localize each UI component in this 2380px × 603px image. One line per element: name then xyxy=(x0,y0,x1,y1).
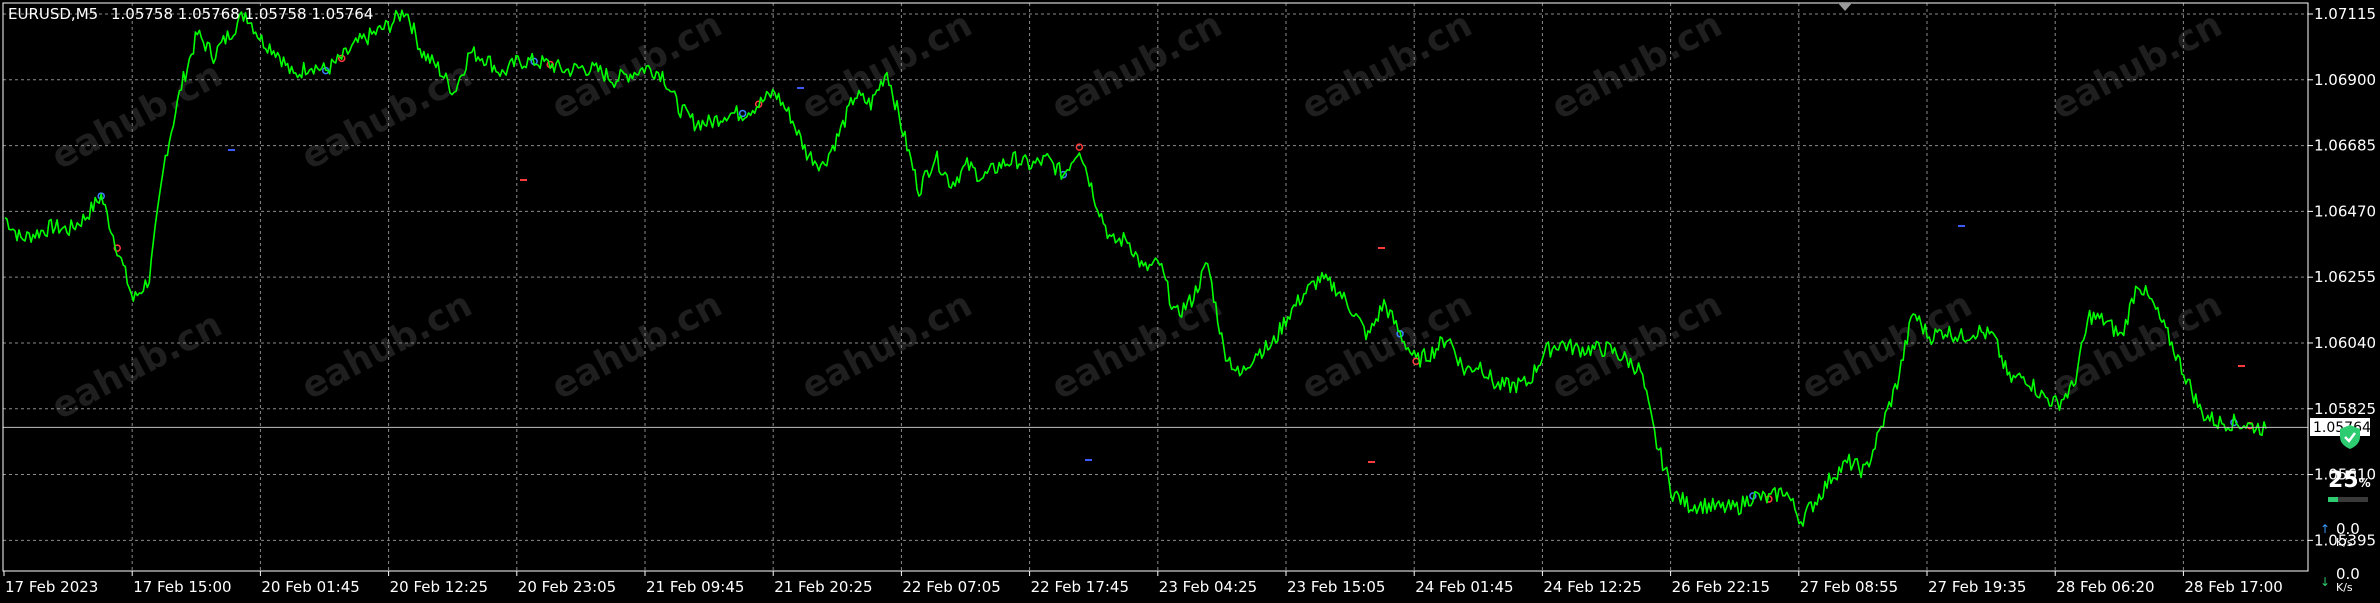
upload-unit: K/s xyxy=(2336,536,2353,549)
y-tick-label: 1.06470 xyxy=(2314,202,2376,220)
y-tick-label: 1.07115 xyxy=(2314,5,2376,23)
progress-percent: 25% xyxy=(2328,468,2371,493)
price-chart[interactable]: eahub.cn eahub.cn eahub.cn eahub.cn eahub.cn… xyxy=(0,0,2380,603)
chart-title: EURUSD,M5 1.05758 1.05768 1.05758 1.0576… xyxy=(8,5,373,23)
y-tick-label: 1.06255 xyxy=(2314,268,2376,286)
x-tick-label: 17 Feb 15:00 xyxy=(133,578,231,596)
x-tick-label: 26 Feb 22:15 xyxy=(1672,578,1770,596)
shield-check-icon xyxy=(2338,424,2362,450)
y-tick-label: 1.06685 xyxy=(2314,137,2376,155)
x-tick-label: 22 Feb 17:45 xyxy=(1031,578,1129,596)
y-tick-label: 1.06040 xyxy=(2314,334,2376,352)
percent-sign: % xyxy=(2358,476,2371,490)
x-tick-label: 24 Feb 12:25 xyxy=(1543,578,1641,596)
x-tick-label: 21 Feb 09:45 xyxy=(646,578,744,596)
progress-fill xyxy=(2328,497,2338,502)
percent-value: 25 xyxy=(2328,468,2359,493)
x-tick-label: 23 Feb 15:05 xyxy=(1287,578,1385,596)
x-tick-label: 27 Feb 08:55 xyxy=(1800,578,1898,596)
x-tick-label: 20 Feb 23:05 xyxy=(518,578,616,596)
y-tick-label: 1.06900 xyxy=(2314,71,2376,89)
x-tick-label: 28 Feb 06:20 xyxy=(2056,578,2154,596)
system-monitor-widget: 25% ↑ 0.0 K/s ↓ 0.0 K/s xyxy=(2318,424,2378,599)
progress-track xyxy=(2328,497,2368,502)
download-unit: K/s xyxy=(2336,581,2353,594)
x-tick-label: 17 Feb 2023 xyxy=(5,578,98,596)
x-tick-label: 20 Feb 01:45 xyxy=(261,578,359,596)
symbol-timeframe: EURUSD,M5 xyxy=(8,5,98,23)
x-tick-label: 21 Feb 20:25 xyxy=(774,578,872,596)
x-tick-label: 20 Feb 12:25 xyxy=(390,578,488,596)
x-tick-label: 22 Feb 07:05 xyxy=(902,578,1000,596)
upload-arrow-icon: ↑ xyxy=(2320,522,2331,536)
ohlc-values: 1.05758 1.05768 1.05758 1.05764 xyxy=(111,5,373,23)
x-tick-label: 24 Feb 01:45 xyxy=(1415,578,1513,596)
x-tick-label: 23 Feb 04:25 xyxy=(1159,578,1257,596)
x-tick-label: 27 Feb 19:35 xyxy=(1928,578,2026,596)
x-tick-label: 28 Feb 17:00 xyxy=(2184,578,2282,596)
download-arrow-icon: ↓ xyxy=(2320,575,2331,589)
y-tick-label: 1.05825 xyxy=(2314,400,2376,418)
